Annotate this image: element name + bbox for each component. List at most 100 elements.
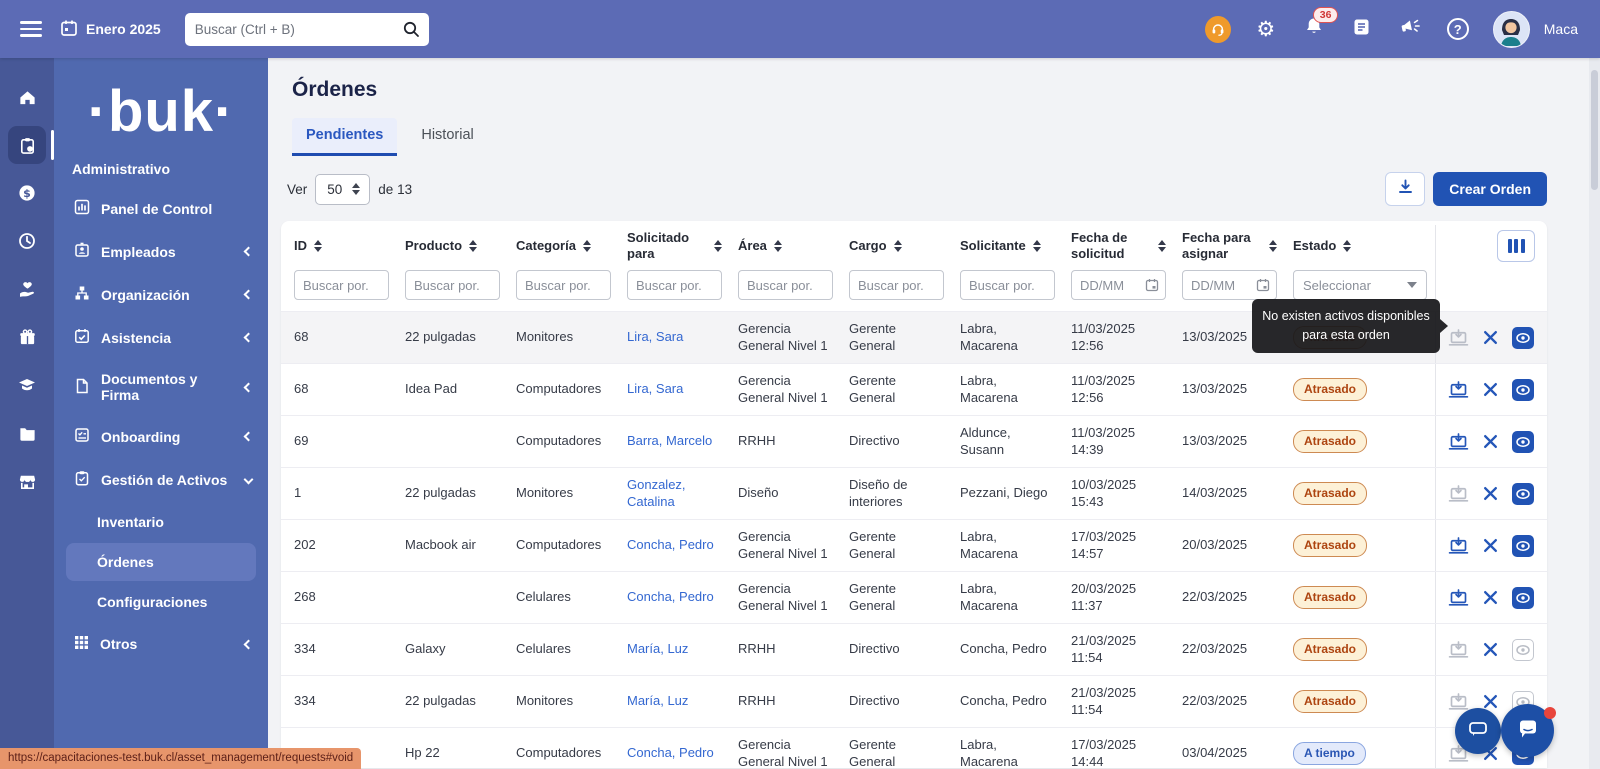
- cancel-order-button[interactable]: [1483, 642, 1498, 657]
- assign-asset-button[interactable]: [1448, 484, 1469, 504]
- feedback-chat-button[interactable]: [1455, 708, 1501, 754]
- requested-for-link[interactable]: Lira, Sara: [627, 381, 683, 396]
- filter-fecha-asignar-input[interactable]: [1182, 270, 1277, 300]
- rail-documents-icon[interactable]: [8, 414, 46, 452]
- table-row[interactable]: 68 Idea Pad Computadores Lira, Sara Gere…: [281, 363, 1547, 415]
- view-order-button[interactable]: [1512, 431, 1534, 453]
- column-header-fecha-solicitud[interactable]: Fecha de solicitud: [1071, 230, 1166, 263]
- table-row[interactable]: 69 Computadores Barra, Marcelo RRHH Dire…: [281, 415, 1547, 467]
- view-order-button[interactable]: [1512, 483, 1534, 505]
- view-order-button[interactable]: [1512, 587, 1534, 609]
- sidebar-subitem-configuraciones[interactable]: Configuraciones: [66, 583, 256, 621]
- hamburger-menu-icon[interactable]: [20, 21, 42, 36]
- search-input[interactable]: [185, 13, 429, 46]
- settings-button[interactable]: ⚙: [1253, 16, 1279, 42]
- filter-categoria-input[interactable]: [516, 270, 611, 300]
- notes-button[interactable]: [1349, 16, 1375, 42]
- filter-id-input[interactable]: [294, 270, 389, 300]
- sidebar-item-gestion-de-activos[interactable]: Gestión de Activos: [54, 458, 268, 501]
- assign-asset-button[interactable]: [1448, 640, 1469, 660]
- assign-asset-button[interactable]: [1448, 432, 1469, 452]
- column-header-estado[interactable]: Estado: [1293, 238, 1427, 254]
- cancel-order-button[interactable]: [1483, 590, 1498, 605]
- filter-area-input[interactable]: [738, 270, 833, 300]
- filter-solicitado-input[interactable]: [627, 270, 722, 300]
- requested-for-link[interactable]: Gonzalez, Catalina: [627, 477, 686, 509]
- rail-gift-icon[interactable]: [8, 318, 46, 356]
- assign-asset-button[interactable]: [1448, 588, 1469, 608]
- download-button[interactable]: [1385, 172, 1425, 206]
- sidebar-item-empleados[interactable]: Empleados: [54, 230, 268, 273]
- requested-for-link[interactable]: María, Luz: [627, 641, 688, 656]
- sidebar-item-documentos-y-firma[interactable]: Documentos y Firma: [54, 359, 268, 415]
- page-scrollbar[interactable]: [1589, 58, 1600, 769]
- sidebar-item-panel-de-control[interactable]: Panel de Control: [54, 187, 268, 230]
- column-header-solicitado-para[interactable]: Solicitado para: [627, 230, 722, 263]
- assign-asset-button[interactable]: [1448, 692, 1469, 712]
- cancel-order-button[interactable]: [1483, 330, 1498, 345]
- cancel-order-button[interactable]: [1483, 434, 1498, 449]
- filter-estado-select[interactable]: Seleccionar: [1293, 270, 1427, 300]
- help-button[interactable]: ?: [1445, 16, 1471, 42]
- sidebar-item-onboarding[interactable]: Onboarding: [54, 415, 268, 458]
- column-header-id[interactable]: ID: [294, 238, 389, 254]
- notifications-button[interactable]: 36: [1301, 16, 1327, 42]
- requested-for-link[interactable]: Concha, Pedro: [627, 745, 714, 760]
- tab-historial[interactable]: Historial: [407, 118, 487, 156]
- table-row[interactable]: 334 Galaxy Celulares María, Luz RRHH Dir…: [281, 623, 1547, 675]
- assign-asset-button[interactable]: [1448, 536, 1469, 556]
- announcements-button[interactable]: [1397, 16, 1423, 42]
- requested-for-link[interactable]: Barra, Marcelo: [627, 433, 712, 448]
- requested-for-link[interactable]: María, Luz: [627, 693, 688, 708]
- table-row[interactable]: 1 22 pulgadas Monitores Gonzalez, Catali…: [281, 467, 1547, 519]
- cancel-order-button[interactable]: [1483, 382, 1498, 397]
- view-order-button[interactable]: [1512, 639, 1534, 661]
- requested-for-link[interactable]: Concha, Pedro: [627, 537, 714, 552]
- cancel-order-button[interactable]: [1483, 486, 1498, 501]
- column-header-solicitante[interactable]: Solicitante: [960, 238, 1055, 254]
- column-header-fecha-asignar[interactable]: Fecha para asignar: [1182, 230, 1277, 263]
- sidebar-item-organizacion[interactable]: Organización: [54, 273, 268, 316]
- support-assistant-button[interactable]: [1205, 16, 1231, 42]
- sidebar-subitem-inventario[interactable]: Inventario: [66, 503, 256, 541]
- table-row[interactable]: 202 Macbook air Computadores Concha, Ped…: [281, 519, 1547, 571]
- page-size-select[interactable]: 50: [315, 174, 370, 205]
- assign-asset-button[interactable]: [1448, 328, 1469, 348]
- assign-asset-button[interactable]: [1448, 380, 1469, 400]
- column-header-categoria[interactable]: Categoría: [516, 238, 611, 254]
- rail-training-icon[interactable]: [8, 366, 46, 404]
- view-order-button[interactable]: [1512, 379, 1534, 401]
- search-icon[interactable]: [402, 20, 420, 43]
- user-avatar[interactable]: [1493, 11, 1530, 48]
- table-row[interactable]: 201 Hp 22 Computadores Concha, Pedro Ger…: [281, 727, 1547, 768]
- column-header-cargo[interactable]: Cargo: [849, 238, 944, 254]
- column-header-producto[interactable]: Producto: [405, 238, 500, 254]
- sidebar-item-asistencia[interactable]: Asistencia: [54, 316, 268, 359]
- filter-fecha-solicitud-input[interactable]: [1071, 270, 1166, 300]
- create-order-button[interactable]: Crear Orden: [1433, 172, 1547, 206]
- rail-marketplace-icon[interactable]: [8, 462, 46, 500]
- rail-benefits-icon[interactable]: [8, 270, 46, 308]
- rail-asset-management-icon[interactable]: [8, 126, 46, 164]
- view-order-button[interactable]: [1512, 535, 1534, 557]
- filter-solicitante-input[interactable]: [960, 270, 1055, 300]
- requested-for-link[interactable]: Concha, Pedro: [627, 589, 714, 604]
- sidebar-item-otros[interactable]: Otros: [54, 623, 268, 665]
- view-order-button[interactable]: [1512, 327, 1534, 349]
- sidebar-subitem-ordenes[interactable]: Órdenes: [66, 543, 256, 581]
- period-selector[interactable]: Enero 2025: [60, 19, 161, 40]
- table-row[interactable]: 334 22 pulgadas Monitores María, Luz RRH…: [281, 675, 1547, 727]
- filter-producto-input[interactable]: [405, 270, 500, 300]
- chevron-left-icon: [244, 247, 254, 257]
- rail-payroll-icon[interactable]: $: [8, 174, 46, 212]
- tab-pendientes[interactable]: Pendientes: [292, 118, 397, 156]
- cancel-order-button[interactable]: [1483, 694, 1498, 709]
- rail-home-icon[interactable]: [8, 78, 46, 116]
- column-header-area[interactable]: Área: [738, 238, 833, 254]
- table-row[interactable]: 268 Celulares Concha, Pedro Gerencia Gen…: [281, 571, 1547, 623]
- filter-cargo-input[interactable]: [849, 270, 944, 300]
- rail-time-icon[interactable]: [8, 222, 46, 260]
- requested-for-link[interactable]: Lira, Sara: [627, 329, 683, 344]
- cancel-order-button[interactable]: [1483, 538, 1498, 553]
- column-settings-button[interactable]: [1497, 230, 1535, 262]
